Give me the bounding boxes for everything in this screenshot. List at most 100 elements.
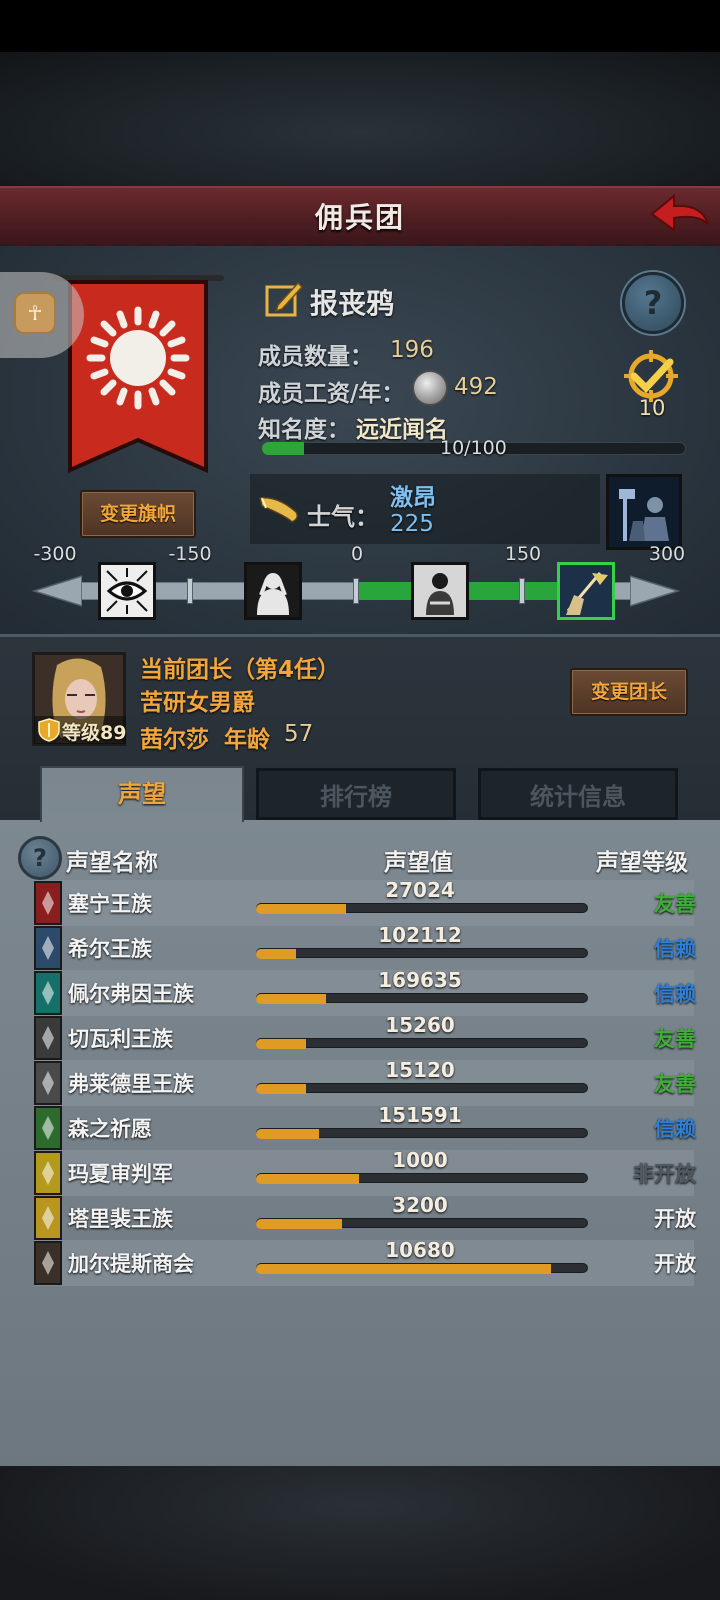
- back-button[interactable]: [646, 190, 714, 240]
- sun-emblem-icon: [68, 280, 208, 474]
- column-header-level: 声望等级: [596, 850, 688, 876]
- morale-state: 激昂: [390, 485, 436, 511]
- scale-label: -150: [168, 543, 212, 565]
- scale-label: 150: [504, 543, 542, 565]
- reputation-bar-fill: [256, 1039, 306, 1049]
- change-banner-button[interactable]: 变更旗帜: [80, 490, 196, 538]
- scale-label: 0: [350, 543, 364, 565]
- reputation-level: 信赖: [654, 1117, 696, 1141]
- reputation-bar-fill: [256, 904, 346, 914]
- reputation-bar-fill: [256, 994, 326, 1004]
- bottom-backdrop: [0, 1466, 720, 1600]
- accessibility-icon[interactable]: ☥: [14, 292, 56, 334]
- morale-value: 225: [390, 511, 434, 537]
- tab-reputation[interactable]: 声望: [40, 766, 244, 822]
- reputation-bar-fill: [256, 1129, 319, 1139]
- army-icon[interactable]: [606, 474, 682, 550]
- arrow-right-icon: [629, 574, 681, 608]
- reputation-bar-fill: [256, 1084, 306, 1094]
- reputation-value: 3200: [392, 1193, 448, 1217]
- reputation-value: 102112: [378, 923, 462, 947]
- reputation-level: 友善: [654, 1072, 696, 1096]
- rank-value: 10: [638, 396, 666, 420]
- horn-icon: [258, 492, 302, 526]
- scale-tick: [187, 578, 193, 604]
- reputation-level: 友善: [654, 892, 696, 916]
- fame-value: 远近闻名: [356, 417, 448, 443]
- tab-statistics[interactable]: 统计信息: [478, 768, 678, 820]
- help-button[interactable]: ?: [622, 272, 684, 334]
- question-icon: ?: [643, 284, 663, 322]
- faction-name: 塞宁王族: [68, 892, 152, 916]
- edit-name-icon[interactable]: [264, 279, 304, 319]
- reputation-value: 169635: [378, 968, 462, 992]
- members-label: 成员数量：: [258, 344, 373, 370]
- tree-crest-icon: [34, 1106, 62, 1150]
- column-header-name: 声望名称: [66, 850, 158, 876]
- reputation-value: 27024: [385, 878, 455, 902]
- leader-name: 茜尔莎: [140, 727, 209, 753]
- leader-age-label: 年龄: [224, 727, 270, 753]
- faction-name: 森之祈愿: [68, 1117, 152, 1141]
- column-header-value: 声望值: [384, 850, 453, 876]
- blue-bell-crest-icon: [34, 926, 62, 970]
- reputation-level: 信赖: [654, 937, 696, 961]
- teal-moon-crest-icon: [34, 971, 62, 1015]
- faction-name: 切瓦利王族: [68, 1027, 173, 1051]
- scale-label: 300: [648, 543, 686, 565]
- members-value: 196: [390, 337, 434, 363]
- top-backdrop: [0, 52, 720, 186]
- reputation-bar-fill: [256, 1174, 359, 1184]
- silver-coin-icon: [412, 370, 448, 406]
- morale-calm-icon[interactable]: [411, 562, 469, 620]
- reputation-help-button[interactable]: ?: [18, 836, 62, 880]
- fame-label: 知名度：: [258, 417, 350, 443]
- faction-name: 佩尔弗因王族: [68, 982, 194, 1006]
- faction-name: 加尔提斯商会: [68, 1252, 194, 1276]
- salary-label: 成员工资/年：: [258, 381, 405, 407]
- page-title: 佣兵团: [314, 201, 405, 234]
- reputation-level: 信赖: [654, 982, 696, 1006]
- scale-tick: [353, 578, 359, 604]
- chest-crest-icon: [34, 1241, 62, 1285]
- scale-label: -300: [33, 543, 77, 565]
- mercenary-name: 报丧鸦: [310, 287, 395, 320]
- reputation-value: 10680: [385, 1238, 455, 1262]
- faction-name: 弗莱德里王族: [68, 1072, 194, 1096]
- leader-age: 57: [284, 721, 314, 747]
- cross-crest-icon: [34, 1151, 62, 1195]
- morale-inspired-icon[interactable]: [557, 562, 615, 620]
- wolf-crest-icon: [34, 1061, 62, 1105]
- flame-crest-icon: [34, 1196, 62, 1240]
- reputation-value: 15120: [385, 1058, 455, 1082]
- question-icon: ?: [33, 844, 47, 872]
- tab-ranking[interactable]: 排行榜: [256, 768, 456, 820]
- reputation-level: 开放: [654, 1207, 696, 1231]
- scale-tick: [519, 578, 525, 604]
- status-bar-area: [0, 0, 720, 52]
- morale-eye-icon[interactable]: [98, 562, 156, 620]
- fame-progress-text: 10/100: [440, 437, 507, 459]
- reputation-value: 151591: [378, 1103, 462, 1127]
- leader-title: 当前团长（第4任）: [140, 657, 341, 683]
- scales-crest-icon: [34, 1016, 62, 1060]
- red-sword-crest-icon: [34, 881, 62, 925]
- change-leader-button[interactable]: 变更团长: [570, 668, 688, 716]
- reputation-value: 1000: [392, 1148, 448, 1172]
- faction-name: 塔里裴王族: [68, 1207, 173, 1231]
- arrow-left-icon: [31, 574, 83, 608]
- reputation-bar-fill: [256, 1264, 551, 1274]
- reputation-bar: [256, 948, 588, 958]
- salary-value: 492: [454, 374, 498, 400]
- reputation-level: 友善: [654, 1027, 696, 1051]
- back-arrow-icon: [650, 193, 709, 232]
- fame-progress-fill: [262, 442, 304, 455]
- morale-despair-icon[interactable]: [244, 562, 302, 620]
- leader-class: 苦研女男爵: [140, 690, 255, 716]
- mercenary-banner: [68, 280, 208, 480]
- morale-label: 士气：: [307, 503, 379, 531]
- reputation-bar-fill: [256, 1219, 342, 1229]
- reputation-bar-fill: [256, 949, 296, 959]
- faction-name: 玛夏审判军: [68, 1162, 173, 1186]
- leader-level: 等级89: [62, 722, 127, 744]
